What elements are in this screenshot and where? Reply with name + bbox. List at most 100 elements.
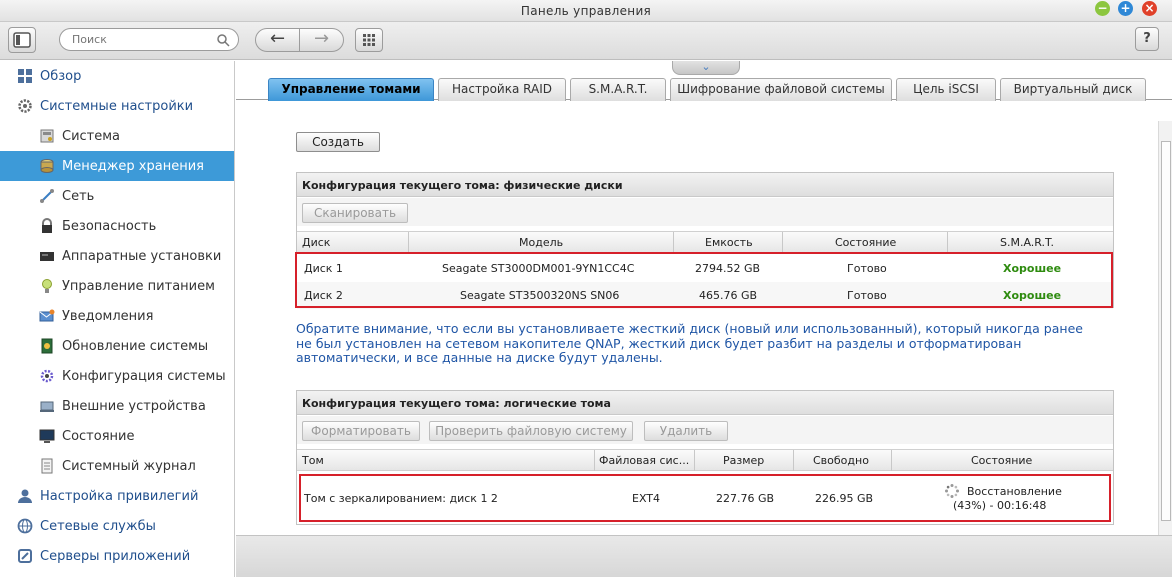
- storage-icon: [40, 159, 54, 173]
- panel-icon: [13, 32, 31, 48]
- tab-iscsi-target[interactable]: Цель iSCSI: [896, 78, 996, 101]
- sidebar-item-storage-manager[interactable]: Менеджер хранения: [0, 151, 234, 181]
- minimize-icon[interactable]: −: [1095, 1, 1110, 16]
- sidebar-item-label: Состояние: [62, 429, 135, 444]
- sidebar-item-network-services[interactable]: Сетевые службы: [0, 511, 234, 541]
- sidebar-item-label: Уведомления: [62, 309, 154, 324]
- window-title: Панель управления: [520, 4, 652, 18]
- format-button[interactable]: Форматировать: [302, 421, 420, 441]
- sidebar-item-backup-restore[interactable]: Конфигурация системы: [0, 361, 234, 391]
- sidebar-item-label: Настройка привилегий: [40, 489, 199, 504]
- logical-volumes-header: Том Файловая сис... Размер Свободно Сост…: [297, 449, 1113, 471]
- scrollbar-thumb[interactable]: [1161, 141, 1171, 521]
- sidebar-item-label: Системные настройки: [40, 99, 194, 114]
- sidebar-item-label: Системный журнал: [62, 459, 196, 474]
- notice-text: Обратите внимание, что если вы установли…: [296, 321, 1083, 365]
- sidebar-item-status[interactable]: Состояние: [0, 421, 234, 451]
- scan-button[interactable]: Сканировать: [302, 203, 408, 223]
- sidebar-item-label: Обновление системы: [62, 339, 209, 354]
- network-icon: [40, 189, 54, 203]
- close-icon[interactable]: ×: [1142, 1, 1157, 16]
- col-smart: S.M.A.R.T.: [1000, 236, 1054, 249]
- sidebar-item-label: Управление питанием: [62, 279, 215, 294]
- sidebar-item-power[interactable]: Управление питанием: [0, 271, 234, 301]
- tab-raid-settings[interactable]: Настройка RAID: [438, 78, 566, 101]
- tab-bar: Управление томами Настройка RAID S.M.A.R…: [236, 76, 1172, 101]
- toolbar: ← → ?: [0, 22, 1172, 60]
- sidebar-item-app-servers[interactable]: Серверы приложений: [0, 541, 234, 571]
- col-disk: Диск: [302, 236, 331, 249]
- update-icon: [41, 338, 53, 354]
- gear-icon: [18, 99, 32, 113]
- highlight-box: [295, 252, 1113, 308]
- help-button[interactable]: ?: [1135, 27, 1159, 51]
- grid-dots-icon: [363, 34, 375, 46]
- check-filesystem-button[interactable]: Проверить файловую систему: [429, 421, 633, 441]
- col-free: Свободно: [813, 454, 869, 467]
- sidebar-item-label: Менеджер хранения: [62, 159, 204, 174]
- logical-volumes-actions: Форматировать Проверить файловую систему…: [297, 416, 1113, 444]
- sidebar-item-system-settings[interactable]: Системные настройки: [0, 91, 234, 121]
- col-size: Размер: [723, 454, 765, 467]
- system-icon: [40, 129, 54, 143]
- config-icon: [40, 369, 54, 383]
- sidebar-item-system[interactable]: Система: [0, 121, 234, 151]
- sidebar-item-security[interactable]: Безопасность: [0, 211, 234, 241]
- col-volume: Том: [302, 454, 324, 467]
- tab-virtual-disk[interactable]: Виртуальный диск: [1000, 78, 1146, 101]
- tab-volume-management[interactable]: Управление томами: [268, 78, 434, 101]
- sidebar-item-notifications[interactable]: Уведомления: [0, 301, 234, 331]
- arrow-right-icon: →: [313, 28, 330, 49]
- globe-icon: [17, 518, 33, 534]
- scrollbar[interactable]: [1158, 121, 1172, 535]
- sidebar-item-label: Серверы приложений: [40, 549, 191, 564]
- search-box[interactable]: [59, 28, 239, 51]
- forward-button[interactable]: →: [299, 28, 344, 52]
- external-device-icon: [40, 401, 54, 412]
- sidebar-item-label: Внешние устройства: [62, 399, 206, 414]
- search-icon[interactable]: [216, 33, 230, 47]
- sidebar-item-hardware[interactable]: Аппаратные установки: [0, 241, 234, 271]
- physical-disks-title: Конфигурация текущего тома: физические д…: [297, 173, 1113, 197]
- sidebar-item-system-log[interactable]: Системный журнал: [0, 451, 234, 481]
- maximize-icon[interactable]: +: [1118, 1, 1133, 16]
- col-state: Состояние: [971, 454, 1033, 467]
- search-input[interactable]: [72, 32, 212, 47]
- sidebar-item-label: Система: [62, 129, 121, 144]
- notification-icon: [39, 309, 55, 322]
- back-button[interactable]: ←: [255, 28, 300, 52]
- chevron-down-icon: ⌄: [701, 60, 711, 73]
- home-button[interactable]: [8, 27, 36, 53]
- sidebar-item-firmware-update[interactable]: Обновление системы: [0, 331, 234, 361]
- app-server-icon: [18, 549, 32, 563]
- logical-volumes-title: Конфигурация текущего тома: логические т…: [297, 391, 1113, 415]
- sidebar-item-external-devices[interactable]: Внешние устройства: [0, 391, 234, 421]
- title-bar: Панель управления − + ×: [0, 0, 1172, 22]
- delete-button[interactable]: Удалить: [644, 421, 728, 441]
- sidebar-item-network[interactable]: Сеть: [0, 181, 234, 211]
- tab-smart[interactable]: S.M.A.R.T.: [570, 78, 666, 101]
- main-content: ⌄ Управление томами Настройка RAID S.M.A…: [236, 61, 1172, 577]
- col-capacity: Емкость: [705, 236, 753, 249]
- create-button[interactable]: Создать: [296, 132, 380, 152]
- sidebar-item-label: Сеть: [62, 189, 95, 204]
- user-icon: [18, 489, 32, 503]
- sidebar-item-privileges[interactable]: Настройка привилегий: [0, 481, 234, 511]
- sidebar-item-label: Обзор: [40, 69, 82, 84]
- monitor-icon: [39, 429, 55, 443]
- col-state: Состояние: [835, 236, 897, 249]
- sidebar-item-label: Конфигурация системы: [62, 369, 226, 384]
- lock-icon: [42, 218, 52, 233]
- highlight-box: [299, 474, 1111, 522]
- sidebar-item-label: Безопасность: [62, 219, 157, 234]
- col-model: Модель: [519, 236, 564, 249]
- sidebar-item-overview[interactable]: Обзор: [0, 61, 234, 91]
- sidebar-item-label: Аппаратные установки: [62, 249, 222, 264]
- collapse-toolbar-button[interactable]: ⌄: [672, 61, 740, 75]
- tab-encryption[interactable]: Шифрование файловой системы: [670, 78, 892, 101]
- footer-bar: [236, 535, 1172, 577]
- physical-disks-actions: Сканировать: [297, 198, 1113, 226]
- grid-icon: [18, 69, 32, 83]
- sidebar: Обзор Системные настройки Система Менедж…: [0, 61, 235, 577]
- apps-button[interactable]: [355, 28, 383, 52]
